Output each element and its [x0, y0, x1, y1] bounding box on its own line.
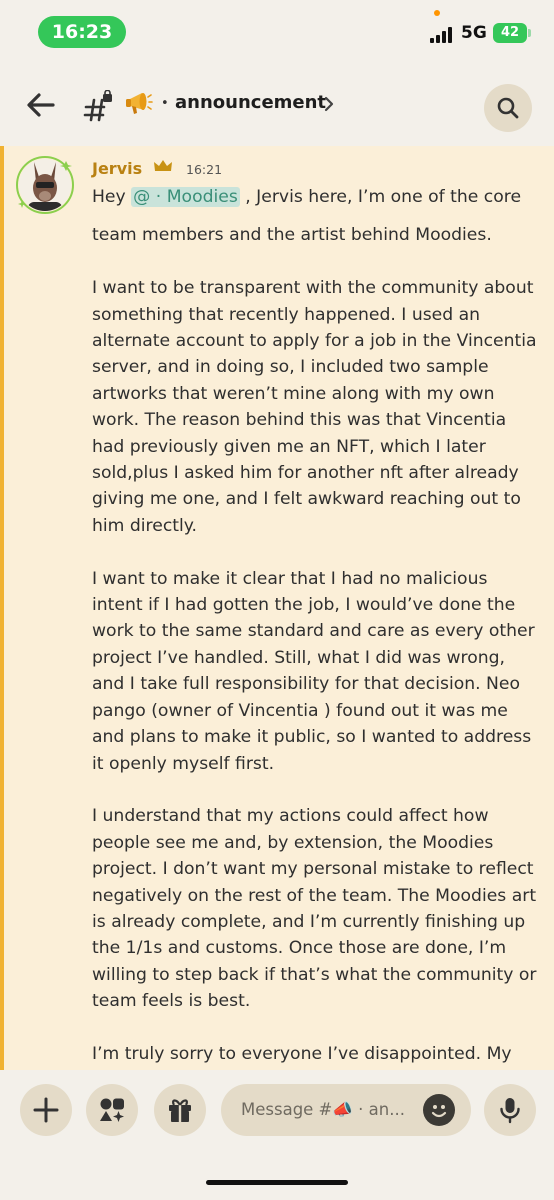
message-content: Hey @ · Moodies , Jervis here, I’m one o…	[92, 184, 538, 1070]
message-first-line: Hey @ · Moodies , Jervis here, I’m one o…	[92, 184, 538, 210]
channel-header: • announcement	[0, 70, 554, 144]
gift-icon	[169, 1099, 191, 1122]
message-input-placeholder: Message #📣 · an...	[241, 1100, 405, 1119]
message-input[interactable]: Message #📣 · an...	[221, 1084, 471, 1136]
voice-message-button[interactable]	[484, 1084, 536, 1136]
chevron-right-icon[interactable]	[322, 95, 336, 113]
back-arrow-icon[interactable]	[24, 88, 58, 122]
message-paragraph: I want to make it clear that I had no ma…	[92, 568, 535, 774]
home-indicator[interactable]	[206, 1180, 348, 1185]
add-attachment-button[interactable]	[20, 1084, 72, 1136]
status-bar: 16:23 5G 42	[0, 0, 554, 62]
message-timestamp: 16:21	[186, 162, 223, 177]
battery-level: 42	[500, 25, 520, 40]
battery-tip	[528, 29, 531, 37]
emoji-button[interactable]	[423, 1094, 455, 1126]
apps-button[interactable]	[86, 1084, 138, 1136]
greeting-text: Hey	[92, 187, 132, 207]
message-list[interactable]: Jervis 16:21 Hey @ · Moodies , Jervis he…	[0, 146, 554, 1070]
search-button[interactable]	[484, 84, 532, 132]
plus-icon	[33, 1097, 59, 1123]
mention-chip[interactable]: @ · Moodies	[131, 187, 240, 207]
line-spacer	[92, 210, 538, 222]
title-separator: •	[161, 96, 169, 111]
network-type: 5G	[461, 23, 487, 43]
mention-highlight-bar	[0, 146, 4, 1070]
gift-button[interactable]	[154, 1084, 206, 1136]
intro-text: , Jervis here, I’m one of the core	[239, 187, 522, 207]
microphone-icon	[500, 1098, 520, 1124]
locked-channel-hash-icon	[82, 89, 112, 122]
message-paragraph: I’m truly sorry to everyone I’ve disappo…	[92, 1043, 512, 1064]
message-composer: Message #📣 · an...	[0, 1070, 554, 1158]
message-second-line: team members and the artist behind Moodi…	[92, 225, 492, 246]
message-author[interactable]: Jervis	[92, 159, 142, 178]
avatar[interactable]	[16, 156, 74, 214]
channel-name[interactable]: announcement	[175, 92, 326, 113]
signal-icon	[430, 27, 456, 43]
apps-icon	[100, 1098, 124, 1122]
battery-icon: 42	[493, 23, 527, 43]
search-icon	[497, 97, 519, 119]
message-paragraph: I understand that my actions could affec…	[92, 806, 537, 1012]
smiley-face-icon	[431, 1105, 447, 1118]
message-paragraph: I want to be transparent with the commun…	[92, 278, 537, 536]
megaphone-icon	[124, 88, 154, 118]
crown-icon	[153, 159, 173, 177]
status-time: 16:23	[38, 16, 126, 48]
privacy-indicator-dot	[434, 10, 440, 16]
